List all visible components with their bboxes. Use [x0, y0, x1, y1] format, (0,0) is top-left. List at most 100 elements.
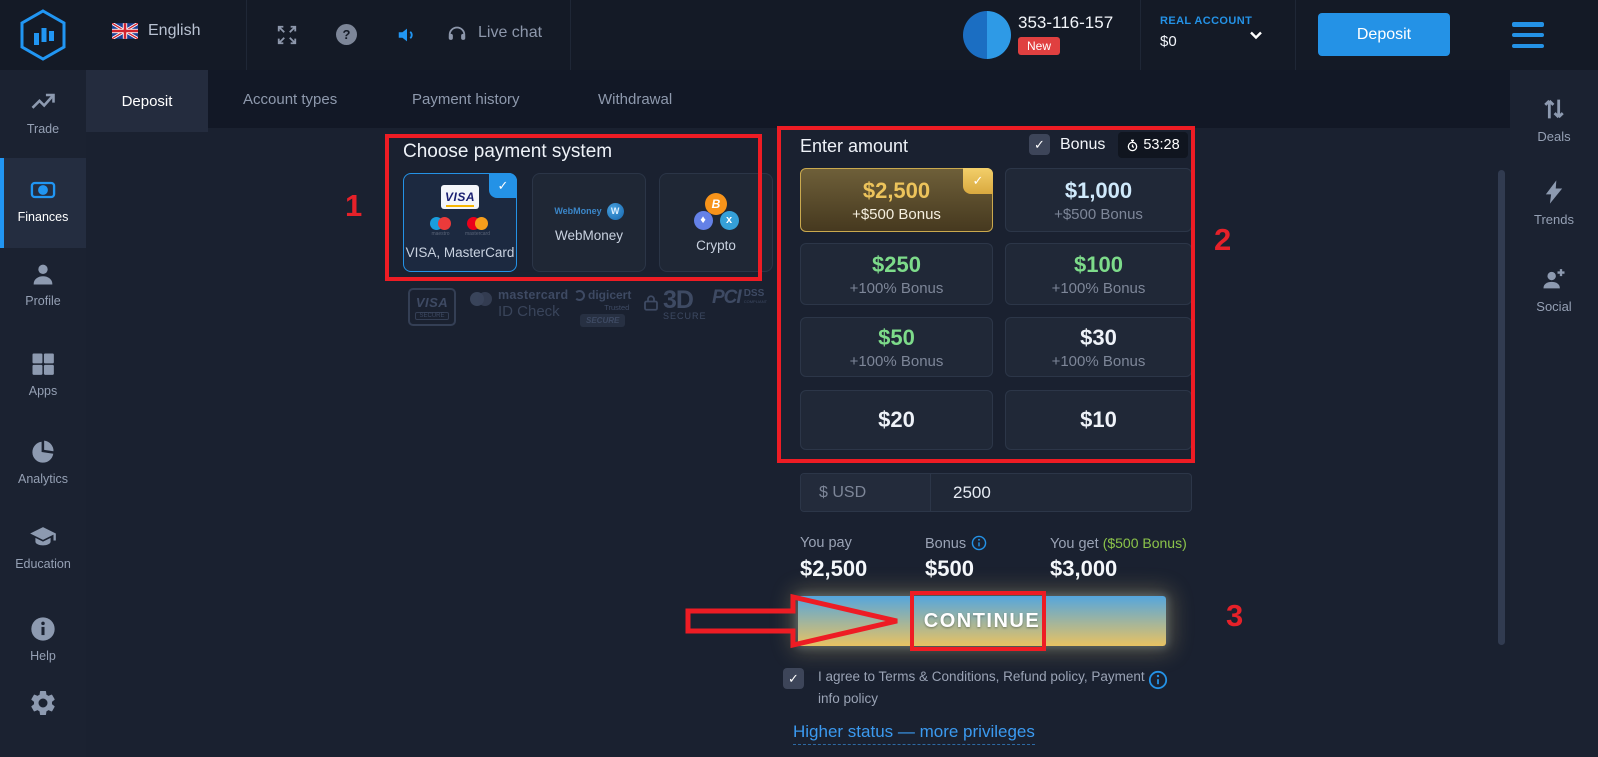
- sidebar-item-analytics[interactable]: Analytics: [0, 438, 86, 486]
- agree-terms-text[interactable]: I agree to Terms & Conditions, Refund po…: [818, 666, 1154, 709]
- fullscreen-icon[interactable]: [276, 24, 298, 46]
- ripple-icon: x: [720, 211, 739, 230]
- amount-section-heading: Enter amount: [800, 136, 908, 157]
- top-bar: English ? Live chat 353-116-157 New REAL…: [0, 0, 1598, 70]
- currency-label: $ USD: [801, 474, 931, 511]
- card-brand-icons: maestro mastercard: [430, 217, 490, 237]
- lightning-icon: [1540, 178, 1568, 206]
- payment-method-crypto[interactable]: B ♦ x Crypto: [659, 173, 773, 272]
- sidebar-item-label: Deals: [1510, 129, 1598, 144]
- tab-bar: Deposit Account types Payment history Wi…: [86, 70, 1510, 128]
- sidebar-item-deals[interactable]: Deals: [1510, 95, 1598, 144]
- tab-withdrawal[interactable]: Withdrawal: [598, 70, 672, 128]
- amount-option-1000[interactable]: $1,000+$500 Bonus: [1005, 168, 1192, 232]
- terms-info-icon[interactable]: [1148, 670, 1168, 690]
- higher-status-link[interactable]: Higher status — more privileges: [793, 722, 1035, 745]
- you-get-value: $3,000: [1050, 556, 1117, 582]
- webmoney-logo: WebMoney W: [554, 203, 623, 220]
- sidebar-item-label: Profile: [0, 294, 86, 308]
- sidebar-item-apps[interactable]: Apps: [0, 350, 86, 398]
- avatar[interactable]: [963, 11, 1011, 59]
- headset-icon: [446, 22, 468, 44]
- trade-icon: [29, 88, 57, 116]
- account-balance: $0: [1160, 33, 1177, 50]
- digicert-badge: digicert Trusted SECURE: [574, 288, 631, 327]
- sidebar-item-label: Education: [0, 557, 86, 571]
- sidebar-item-trends[interactable]: Trends: [1510, 178, 1598, 227]
- amount-option-250[interactable]: $250+100% Bonus: [800, 243, 993, 305]
- tab-account-types[interactable]: Account types: [243, 70, 337, 128]
- sidebar-item-education[interactable]: Education: [0, 523, 86, 571]
- payment-method-visa-mastercard[interactable]: ✓ VISA maestro mastercard VISA, MasterCa…: [403, 173, 517, 272]
- gear-icon: [28, 688, 58, 718]
- settings-button[interactable]: [0, 688, 86, 723]
- bonus-checkbox[interactable]: ✓: [1029, 134, 1050, 155]
- divider: [1295, 0, 1296, 70]
- you-pay-value: $2,500: [800, 556, 867, 582]
- sidebar-item-profile[interactable]: Profile: [0, 260, 86, 308]
- finances-icon: [29, 176, 57, 204]
- bonus-info-icon[interactable]: [971, 535, 987, 551]
- bonus-value: $500: [925, 556, 974, 582]
- apps-icon: [29, 350, 57, 378]
- amount-input-group: $ USD 2500: [800, 473, 1192, 512]
- account-type-label: REAL ACCOUNT: [1160, 15, 1252, 27]
- crypto-icons: B ♦ x: [694, 193, 739, 230]
- stopwatch-icon: [1126, 139, 1139, 152]
- annotation-number-2: 2: [1214, 222, 1231, 258]
- scrollbar-thumb[interactable]: [1498, 170, 1505, 645]
- main-content: Deposit Account types Payment history Wi…: [86, 70, 1510, 757]
- sidebar-item-social[interactable]: Social: [1510, 265, 1598, 314]
- deals-icon: [1540, 95, 1568, 123]
- live-chat-label: Live chat: [478, 24, 542, 42]
- pci-dss-badge: PCI DSSCOMPLIANT: [712, 288, 767, 307]
- you-get-label: You get ($500 Bonus): [1050, 535, 1187, 552]
- tab-deposit[interactable]: Deposit: [86, 70, 208, 132]
- bonus-timer: 53:28: [1118, 132, 1188, 158]
- tab-payment-history[interactable]: Payment history: [412, 70, 520, 128]
- amount-input[interactable]: 2500: [931, 474, 1191, 511]
- you-get-bonus-note: ($500 Bonus): [1103, 535, 1187, 551]
- chevron-down-icon[interactable]: [1248, 27, 1264, 43]
- divider: [246, 0, 247, 70]
- amount-option-100[interactable]: $100+100% Bonus: [1005, 243, 1192, 305]
- sound-icon[interactable]: [396, 24, 418, 46]
- agree-checkbox[interactable]: ✓: [783, 668, 804, 689]
- amount-option-30[interactable]: $30+100% Bonus: [1005, 317, 1192, 377]
- amount-option-2500[interactable]: ✓ $2,500+$500 Bonus: [800, 168, 993, 232]
- help-icon[interactable]: ?: [336, 24, 357, 45]
- 3d-secure-badge: 3DSECURE: [642, 288, 707, 321]
- selected-check-icon: ✓: [963, 168, 993, 194]
- bonus-checkbox-label: Bonus: [1060, 136, 1105, 154]
- education-icon: [29, 523, 57, 551]
- live-chat-button[interactable]: Live chat: [446, 22, 542, 44]
- app-logo-icon[interactable]: [16, 8, 70, 62]
- payment-method-label: Crypto: [696, 238, 736, 253]
- annotation-number-3: 3: [1226, 598, 1243, 634]
- menu-icon[interactable]: [1512, 22, 1544, 48]
- sidebar-item-finances[interactable]: Finances: [0, 176, 86, 224]
- language-label: English: [148, 22, 200, 40]
- uk-flag-icon: [112, 23, 138, 39]
- sidebar-item-label: Trends: [1510, 212, 1598, 227]
- continue-button[interactable]: CONTINUE: [798, 596, 1166, 646]
- sidebar-item-label: Analytics: [0, 472, 86, 486]
- deposit-button[interactable]: Deposit: [1318, 13, 1450, 56]
- divider: [1140, 0, 1141, 70]
- analytics-icon: [29, 438, 57, 466]
- amount-option-50[interactable]: $50+100% Bonus: [800, 317, 993, 377]
- amount-option-20[interactable]: $20: [800, 390, 993, 450]
- language-selector[interactable]: English: [112, 22, 200, 40]
- payment-method-webmoney[interactable]: WebMoney W WebMoney: [532, 173, 646, 272]
- sidebar-item-label: Trade: [0, 122, 86, 136]
- sidebar-item-trade[interactable]: Trade: [0, 88, 86, 136]
- payment-method-label: WebMoney: [555, 228, 623, 243]
- amount-option-10[interactable]: $10: [1005, 390, 1192, 450]
- bonus-label: Bonus: [925, 535, 987, 552]
- visa-secure-badge: VISASECURE: [408, 288, 456, 326]
- visa-logo: VISA: [441, 185, 479, 209]
- new-badge: New: [1018, 37, 1060, 55]
- ethereum-icon: ♦: [694, 211, 713, 230]
- sidebar-item-help[interactable]: Help: [0, 615, 86, 663]
- mastercard-idcheck-badge: mastercardID Check: [470, 288, 568, 320]
